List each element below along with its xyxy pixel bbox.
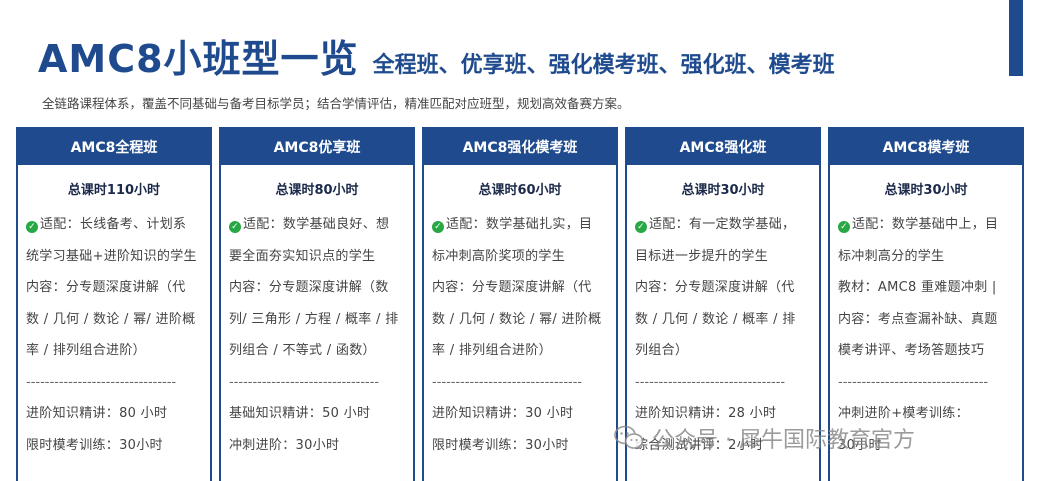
card-line: 数 / 几何 / 数论 / 幂/ 进阶概	[432, 311, 602, 327]
course-card: AMC8全程班 总课时110小时 ✓ 适配：长线备考、计划系 统学习基础+进阶知识…	[16, 127, 212, 481]
card-line: 列组合 / 不等式 / 函数）	[229, 343, 376, 358]
card-line: 要全面夯实知识点的学生	[229, 248, 376, 264]
card-line: 目标进一步提升的学生	[635, 248, 769, 264]
card-title: AMC8强化模考班	[424, 129, 616, 165]
card-line: 内容：分专题深度讲解（数	[229, 280, 389, 295]
check-icon: ✓	[635, 221, 647, 233]
page-subtitle: 全程班、优享班、强化模考班、强化班、模考班	[372, 53, 835, 78]
divider: --------------------------------	[635, 374, 786, 390]
card-line: 内容：分专题深度讲解（代	[432, 280, 592, 295]
accent-bar	[1009, 0, 1023, 76]
card-hours: 总课时30小时	[884, 183, 968, 198]
card-line: ✓ 适配：有一定数学基础，	[635, 209, 811, 241]
check-icon: ✓	[26, 221, 38, 233]
card-title: AMC8全程班	[18, 129, 210, 165]
card-title: AMC8强化班	[627, 129, 819, 165]
divider: --------------------------------	[838, 374, 989, 390]
check-icon: ✓	[432, 221, 444, 233]
wechat-icon	[614, 425, 644, 451]
course-card: AMC8优享班 总课时80小时 ✓ 适配：数学基础良好、想 要全面夯实知识点的学生…	[219, 127, 415, 481]
divider: --------------------------------	[432, 374, 583, 390]
card-line: 列组合）	[635, 343, 689, 358]
check-icon: ✓	[838, 221, 850, 233]
card-line: 进阶知识精讲：80 小时	[26, 406, 168, 421]
card-line: 内容：分专题深度讲解（代	[635, 280, 795, 295]
card-title: AMC8优享班	[221, 129, 413, 165]
card-line: 内容：考点查漏补缺、真题	[838, 311, 998, 327]
page-title: AMC8小班型一览	[38, 37, 359, 81]
watermark: 公众号 · 犀牛国际教育官方	[614, 422, 915, 454]
card-hours: 总课时30小时	[681, 183, 765, 198]
card-line: 内容：分专题深度讲解（代	[26, 280, 186, 295]
check-icon: ✓	[229, 221, 241, 233]
card-hours: 总课时80小时	[275, 183, 359, 198]
card-line: ✓ 适配：数学基础扎实，目	[432, 209, 608, 241]
divider: --------------------------------	[229, 374, 380, 390]
card-line: 数 / 几何 / 数论 / 幂/ 进阶概	[26, 311, 196, 327]
card-line: 数 / 几何 / 数论 / 概率 / 排	[635, 311, 796, 327]
card-line: 限时模考训练：30小时	[432, 437, 569, 453]
card-line: 列/ 三角形 / 方程 / 概率 / 排	[229, 311, 399, 327]
card-body: ✓ 适配：数学基础良好、想 要全面夯实知识点的学生 内容：分专题深度讲解（数 列/…	[221, 209, 413, 461]
card-line: ✓ 适配：数学基础中上，目	[838, 209, 1014, 241]
watermark-text: 公众号 · 犀牛国际教育官方	[652, 428, 915, 453]
card-body: ✓ 适配：长线备考、计划系 统学习基础+进阶知识的学生 内容：分专题深度讲解（代 …	[18, 209, 210, 461]
card-line: ✓ 适配：数学基础良好、想	[229, 209, 405, 241]
card-line: 限时模考训练：30小时	[26, 437, 163, 453]
card-line: 冲刺进阶：30小时	[229, 437, 340, 453]
card-hours: 总课时60小时	[478, 183, 562, 198]
course-card: AMC8强化模考班 总课时60小时 ✓ 适配：数学基础扎实，目 标冲刺高阶奖项的学…	[422, 127, 618, 481]
card-line: 模考讲评、考场答题技巧	[838, 343, 985, 358]
page-description: 全链路课程体系，覆盖不同基础与备考目标学员；结合学情评估，精准匹配对应班型，规划…	[42, 96, 630, 111]
card-line: 教材：AMC8 重难题冲刺 |	[838, 280, 997, 295]
card-line: 统学习基础+进阶知识的学生	[26, 248, 197, 264]
card-body: ✓ 适配：数学基础扎实，目 标冲刺高阶奖项的学生 内容：分专题深度讲解（代 数 /…	[424, 209, 616, 461]
divider: --------------------------------	[26, 374, 177, 390]
card-line: 标冲刺高阶奖项的学生	[432, 248, 566, 264]
card-line: 标冲刺高分的学生	[838, 248, 945, 264]
card-line: 率 / 排列组合进阶）	[26, 343, 146, 358]
card-line: 进阶知识精讲：30 小时	[432, 406, 574, 421]
card-hours: 总课时110小时	[67, 183, 161, 198]
card-line: 率 / 排列组合进阶）	[432, 343, 552, 358]
card-line: 基础知识精讲：50 小时	[229, 406, 371, 421]
title-row: AMC8小班型一览 全程班、优享班、强化模考班、强化班、模考班	[38, 28, 835, 83]
card-title: AMC8模考班	[830, 129, 1022, 165]
card-line: ✓ 适配：长线备考、计划系	[26, 209, 202, 241]
